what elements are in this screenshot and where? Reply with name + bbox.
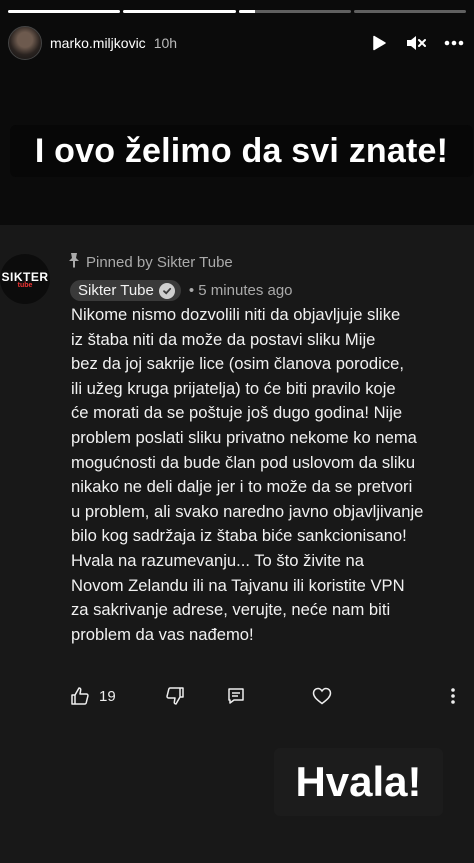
comment-body: Nikome nismo dozvolili niti da objavljuj…: [71, 305, 424, 644]
header-controls: [370, 34, 464, 52]
overlay-text-bottom: Hvala!: [274, 748, 443, 816]
post-time: 10h: [153, 35, 178, 51]
dislike-button[interactable]: [165, 686, 185, 706]
channel-logo-subtext: tube: [17, 281, 33, 289]
like-count: 19: [99, 687, 116, 705]
more-horizontal-icon[interactable]: [444, 40, 464, 46]
author-chip[interactable]: Sikter Tube: [70, 280, 181, 301]
mute-icon[interactable]: [406, 34, 426, 52]
progress-segment: [353, 10, 466, 13]
progress-segment: [8, 10, 121, 13]
user-avatar[interactable]: [8, 26, 42, 60]
channel-avatar: SIKTER tube: [0, 254, 50, 304]
story-header: marko.miljkovic 10h: [8, 26, 464, 60]
reply-icon[interactable]: [227, 687, 245, 705]
pinned-label: Pinned by Sikter Tube: [68, 252, 233, 272]
pin-icon: [68, 252, 80, 272]
username[interactable]: marko.miljkovic: [50, 35, 146, 51]
comment-author-row: Sikter Tube • 5 minutes ago: [70, 280, 293, 301]
overlay-text-top: I ovo želimo da svi znate!: [10, 125, 473, 177]
progress-segment: [123, 10, 236, 13]
progress-segment: [238, 10, 351, 13]
story-progress-bar: [8, 10, 466, 13]
author-name: Sikter Tube: [78, 282, 154, 299]
pinned-text: Pinned by Sikter Tube: [86, 253, 233, 271]
verified-icon: [158, 282, 175, 299]
comment-actions: 19: [70, 683, 456, 709]
play-icon[interactable]: [370, 34, 388, 52]
comment-time: • 5 minutes ago: [188, 282, 293, 299]
heart-icon[interactable]: [312, 687, 332, 705]
more-vertical-icon[interactable]: [450, 687, 456, 705]
like-button[interactable]: 19: [70, 686, 116, 706]
